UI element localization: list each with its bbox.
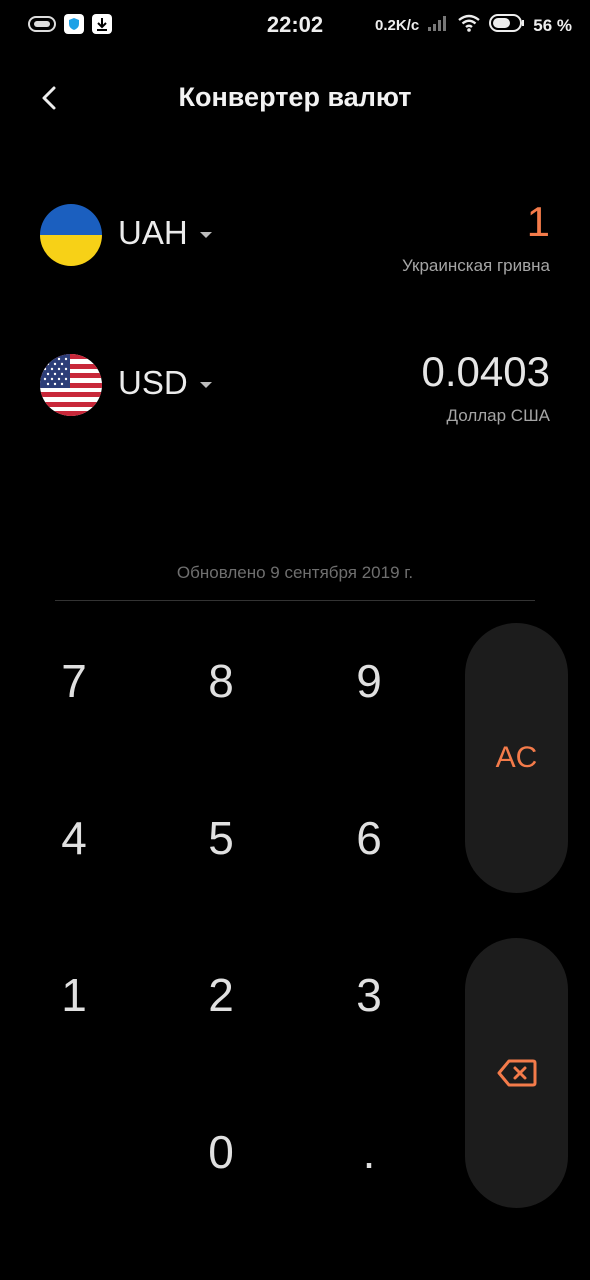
updated-date-label: Обновлено 9 сентября 2019 г.	[176, 563, 414, 582]
key-2[interactable]: 2	[166, 940, 276, 1050]
dropdown-caret-icon	[199, 232, 212, 238]
network-speed: 0.2K/с	[375, 17, 420, 34]
key-7[interactable]: 7	[19, 626, 129, 736]
ukraine-flag-icon	[40, 204, 102, 266]
clear-all-label: AC	[495, 741, 538, 774]
key-9[interactable]: 9	[314, 626, 424, 736]
currency-name: Украинская гривна	[402, 256, 550, 275]
signal-icon	[427, 14, 449, 37]
key-0[interactable]: 0	[166, 1097, 276, 1207]
currency-row-source[interactable]: UAH 1 Украинская гривна	[0, 180, 590, 290]
currency-selector-usd[interactable]: USD	[118, 364, 212, 402]
key-6[interactable]: 6	[314, 783, 424, 893]
currency-code: USD	[118, 364, 188, 401]
currency-code: UAH	[118, 214, 188, 251]
wifi-icon	[457, 14, 481, 37]
currency-row-target[interactable]: USD 0.0403 Доллар США	[0, 330, 590, 440]
backspace-icon	[497, 1059, 536, 1087]
currency-selector-uah[interactable]: UAH	[118, 214, 212, 252]
key-8[interactable]: 8	[166, 626, 276, 736]
key-4[interactable]: 4	[19, 783, 129, 893]
currency-name: Доллар США	[446, 406, 550, 425]
status-bar: 22:02 0.2K/с 56 %	[0, 0, 590, 52]
usa-flag-icon	[40, 354, 102, 416]
key-3[interactable]: 3	[314, 940, 424, 1050]
system-icons: 0.2K/с 56 %	[375, 13, 572, 38]
header: Конвертер валют	[0, 70, 590, 126]
key-1[interactable]: 1	[19, 940, 129, 1050]
divider	[55, 600, 535, 601]
battery-icon	[489, 13, 525, 38]
currency-value-input[interactable]: 1	[527, 198, 550, 246]
currency-value-output[interactable]: 0.0403	[422, 348, 550, 396]
backspace-button[interactable]	[465, 938, 568, 1208]
battery-percent: 56 %	[533, 15, 572, 35]
page-title: Конвертер валют	[178, 82, 412, 112]
key-5[interactable]: 5	[166, 783, 276, 893]
dropdown-caret-icon	[199, 382, 212, 388]
key-decimal[interactable]: .	[314, 1097, 424, 1207]
clear-all-button[interactable]: AC	[465, 623, 568, 893]
